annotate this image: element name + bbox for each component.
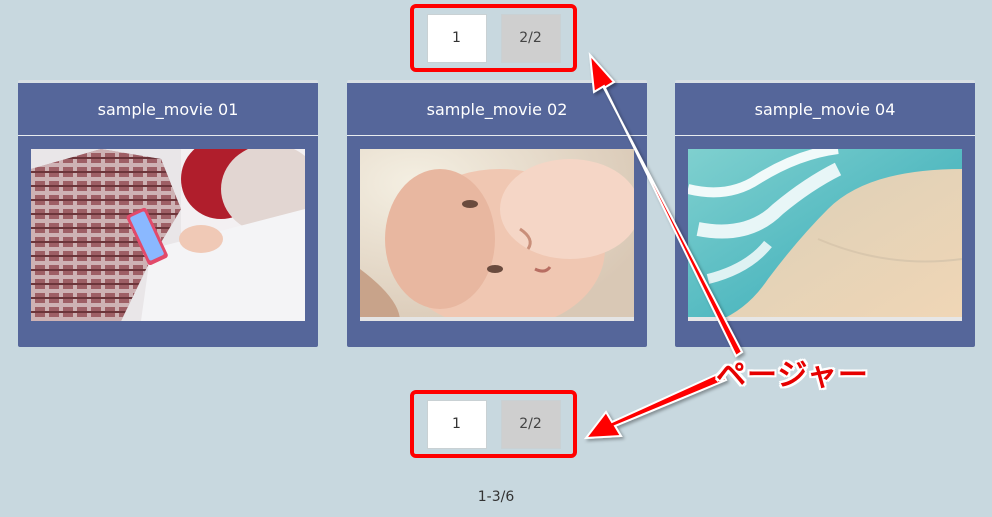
movie-thumbnail-image[interactable] — [688, 149, 962, 321]
page: 1 2/2 sample_movie 01 sample_movie 02 sa… — [0, 0, 992, 517]
pager-top: 1 2/2 — [410, 4, 577, 72]
movie-card-title: sample_movie 04 — [675, 83, 975, 136]
pager-bottom-page-2-button[interactable]: 2/2 — [500, 399, 561, 449]
movie-card-title: sample_movie 01 — [18, 83, 318, 136]
annotation-label: ページャー — [716, 358, 869, 393]
pager-bottom: 1 2/2 — [410, 390, 577, 458]
pager-top-page-1-button[interactable]: 1 — [426, 13, 487, 63]
movie-card-title: sample_movie 02 — [347, 83, 647, 136]
movie-thumbnail-image[interactable] — [360, 149, 634, 321]
movie-thumbnail-image[interactable] — [31, 149, 305, 321]
movie-card-04[interactable]: sample_movie 04 — [675, 80, 975, 347]
movie-card-02[interactable]: sample_movie 02 — [347, 80, 647, 347]
pager-bottom-page-1-button[interactable]: 1 — [426, 399, 487, 449]
movie-card-01[interactable]: sample_movie 01 — [18, 80, 318, 347]
movie-card-list: sample_movie 01 sample_movie 02 sample_m… — [18, 80, 978, 348]
pager-top-page-2-button[interactable]: 2/2 — [500, 13, 561, 63]
result-count: 1-3/6 — [477, 489, 515, 505]
